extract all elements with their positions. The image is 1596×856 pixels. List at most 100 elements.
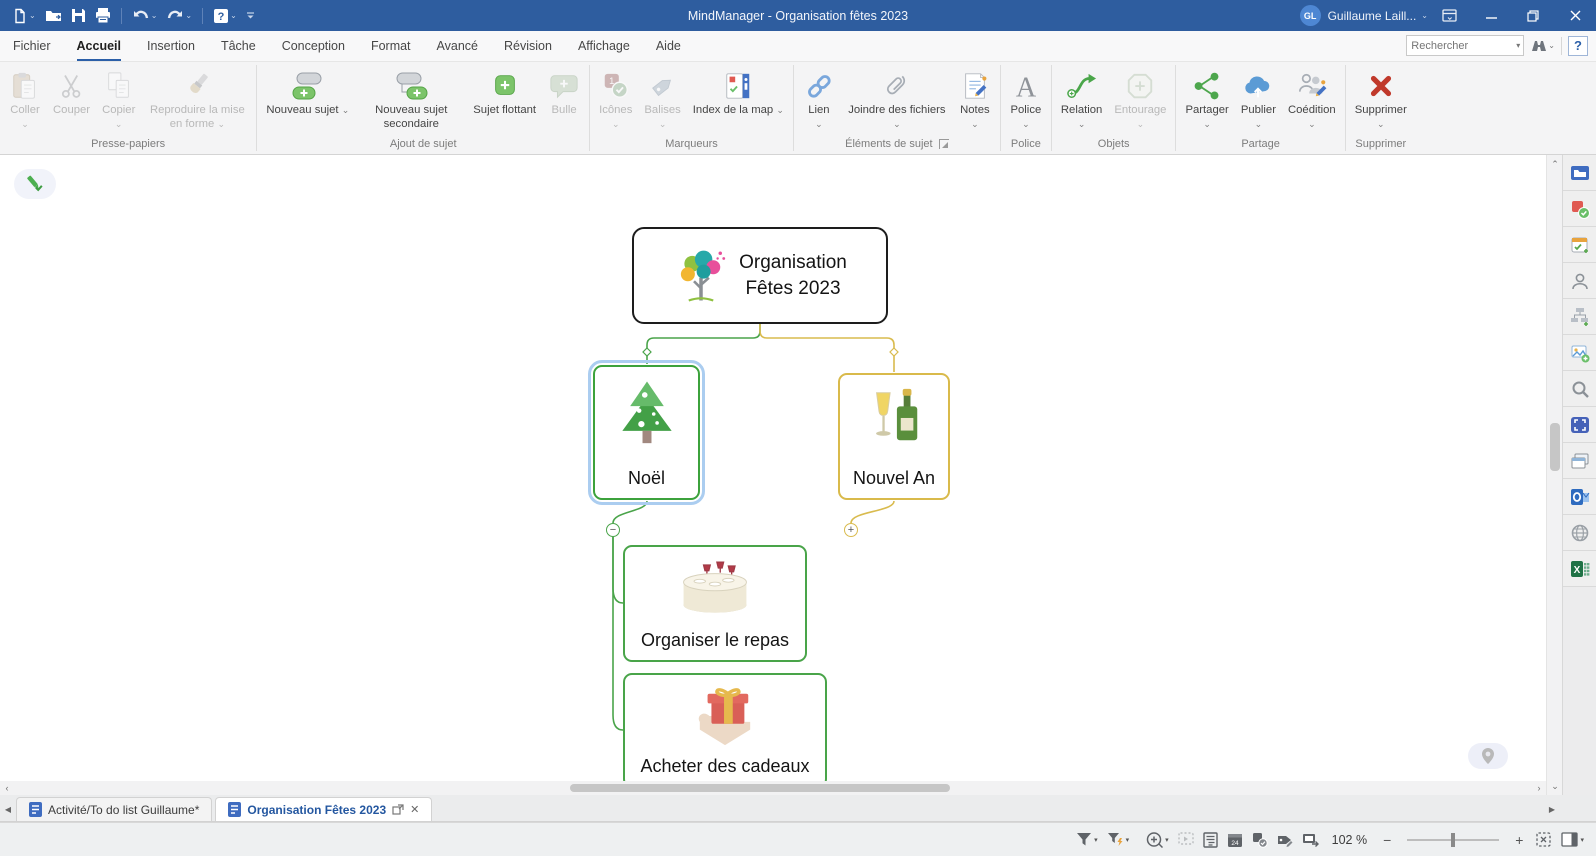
zoom-in-button[interactable]: +: [1512, 832, 1526, 848]
print-icon[interactable]: [91, 3, 115, 29]
new-document-icon[interactable]: ⌄: [8, 3, 40, 29]
chevron-down-icon[interactable]: ▾: [1516, 41, 1523, 50]
marker-view-button[interactable]: [1252, 832, 1268, 848]
publier-button[interactable]: Publier⌄: [1235, 67, 1282, 133]
horizontal-scroll-thumb[interactable]: [570, 784, 950, 792]
redo-icon[interactable]: ⌄: [162, 3, 196, 29]
presentation-mode-button[interactable]: [1178, 832, 1194, 847]
chevron-down-icon[interactable]: ⌄: [1548, 41, 1555, 50]
sujet-flottant-button[interactable]: Sujet flottant: [467, 67, 542, 119]
topic-noel[interactable]: Noël: [593, 365, 700, 500]
horizontal-scrollbar[interactable]: ‹ ›: [0, 781, 1546, 795]
doc-tab-organisation-fetes[interactable]: Organisation Fêtes 2023 ✕: [215, 797, 432, 821]
tab-scroll-right-icon[interactable]: ▶: [1544, 797, 1560, 821]
icones-button[interactable]: 1 Icônes⌄: [593, 67, 638, 133]
float-tab-icon[interactable]: [392, 804, 404, 815]
map-canvas[interactable]: Organisation Fêtes 2023 Noël: [0, 155, 1546, 795]
tag-view-button[interactable]: [1277, 832, 1293, 848]
expand-branch-button[interactable]: +: [844, 523, 858, 537]
chevron-down-icon[interactable]: ▾: [1126, 836, 1130, 844]
search-pane-button[interactable]: [1563, 371, 1596, 407]
excel-pane-button[interactable]: X: [1563, 551, 1596, 587]
icon-markers-pane-button[interactable]: [1563, 191, 1596, 227]
tab-scroll-left-icon[interactable]: ◀: [0, 797, 16, 821]
menu-format[interactable]: Format: [371, 31, 411, 61]
notes-button[interactable]: Notes⌄: [953, 67, 997, 133]
menu-insertion[interactable]: Insertion: [147, 31, 195, 61]
web-browser-pane-button[interactable]: [1563, 515, 1596, 551]
my-maps-pane-button[interactable]: [1563, 155, 1596, 191]
vertical-scroll-thumb[interactable]: [1550, 423, 1560, 471]
map-parts-pane-button[interactable]: [1563, 299, 1596, 335]
joindre-des-fichiers-button[interactable]: Joindre des fichiers ⌄: [841, 67, 953, 133]
zoom-slider[interactable]: [1407, 839, 1499, 841]
task-info-pane-button[interactable]: [1563, 227, 1596, 263]
menu-affichage[interactable]: Affichage: [578, 31, 630, 61]
menu-conception[interactable]: Conception: [282, 31, 345, 61]
couper-button[interactable]: Couper: [47, 67, 96, 119]
menu-accueil[interactable]: Accueil: [77, 31, 121, 61]
filter-button[interactable]: ▾: [1076, 832, 1098, 847]
help-icon[interactable]: ? ⌄: [209, 3, 241, 29]
open-file-icon[interactable]: [41, 3, 66, 29]
scroll-down-icon[interactable]: ⌄: [1547, 779, 1563, 793]
entourage-button[interactable]: Entourage⌄: [1108, 67, 1172, 133]
outline-view-button[interactable]: [1203, 832, 1218, 848]
export-slides-button[interactable]: [1302, 832, 1319, 848]
doc-tab-activite[interactable]: Activité/To do list Guillaume*: [16, 797, 212, 821]
chevron-down-icon[interactable]: ▾: [1094, 836, 1098, 844]
menu-aide[interactable]: Aide: [656, 31, 681, 61]
topic-nouvel-an[interactable]: Nouvel An: [838, 373, 950, 500]
scroll-up-icon[interactable]: ⌃: [1547, 157, 1563, 171]
user-name[interactable]: Guillaume Laill...: [1328, 9, 1417, 23]
chevron-down-icon[interactable]: ⌄: [185, 11, 192, 20]
chevron-down-icon[interactable]: ⌄: [29, 11, 36, 20]
lien-button[interactable]: Lien⌄: [797, 67, 841, 133]
help-button[interactable]: ?: [1568, 36, 1588, 56]
subtopic-acheter-des-cadeaux[interactable]: Acheter des cadeaux: [623, 673, 827, 788]
partager-button[interactable]: Partager⌄: [1179, 67, 1234, 133]
menu-revision[interactable]: Révision: [504, 31, 552, 61]
copier-button[interactable]: Copier⌄: [96, 67, 141, 133]
balises-button[interactable]: Balises⌄: [638, 67, 686, 133]
menu-tache[interactable]: Tâche: [221, 31, 256, 61]
avatar[interactable]: GL: [1300, 5, 1321, 26]
restore-button[interactable]: [1512, 0, 1554, 31]
vertical-scrollbar[interactable]: ⌃ ⌄: [1546, 155, 1562, 795]
chevron-down-icon[interactable]: ⌄: [230, 11, 237, 20]
overview-pin-icon[interactable]: [1468, 743, 1508, 769]
close-tab-icon[interactable]: ✕: [410, 803, 419, 816]
power-filter-button[interactable]: ▾: [1107, 832, 1130, 847]
floating-windows-pane-button[interactable]: [1563, 443, 1596, 479]
zoom-slider-handle[interactable]: [1451, 833, 1455, 847]
index-de-la-map-button[interactable]: Index de la map ⌄: [687, 67, 790, 119]
library-images-pane-button[interactable]: [1563, 335, 1596, 371]
coller-button[interactable]: Coller⌄: [3, 67, 47, 133]
scroll-right-icon[interactable]: ›: [1532, 781, 1546, 795]
save-icon[interactable]: [67, 3, 90, 29]
chevron-down-icon[interactable]: ▾: [1165, 836, 1169, 844]
coedit-pencil-icon[interactable]: [14, 169, 56, 199]
police-button[interactable]: A Police⌄: [1004, 67, 1048, 133]
resources-pane-button[interactable]: [1563, 263, 1596, 299]
chevron-down-icon[interactable]: ⌄: [1421, 11, 1428, 20]
undo-icon[interactable]: ⌄: [128, 3, 162, 29]
menu-fichier[interactable]: Fichier: [13, 31, 51, 61]
panel-layout-button[interactable]: ▾: [1561, 832, 1584, 847]
search-box[interactable]: ▾: [1406, 35, 1524, 56]
collapse-branch-button[interactable]: −: [606, 523, 620, 537]
nouveau-sujet-secondaire-button[interactable]: Nouveau sujet secondaire: [355, 67, 467, 133]
fit-map-button[interactable]: [1535, 831, 1552, 848]
reproduire-mise-en-forme-button[interactable]: Reproduire la mise en forme ⌄: [141, 67, 253, 133]
nouveau-sujet-button[interactable]: Nouveau sujet ⌄: [260, 67, 355, 119]
customize-toolbar-icon[interactable]: [242, 3, 259, 29]
schedule-view-button[interactable]: 24: [1227, 832, 1243, 848]
close-button[interactable]: [1554, 0, 1596, 31]
supprimer-button[interactable]: Supprimer⌄: [1349, 67, 1413, 133]
chevron-down-icon[interactable]: ⌄: [151, 11, 158, 20]
relation-button[interactable]: Relation⌄: [1055, 67, 1108, 133]
ribbon-display-options-icon[interactable]: [1428, 0, 1470, 31]
root-topic[interactable]: Organisation Fêtes 2023: [632, 227, 888, 324]
bulle-button[interactable]: Bulle: [542, 67, 586, 119]
scroll-left-icon[interactable]: ‹: [0, 781, 14, 795]
